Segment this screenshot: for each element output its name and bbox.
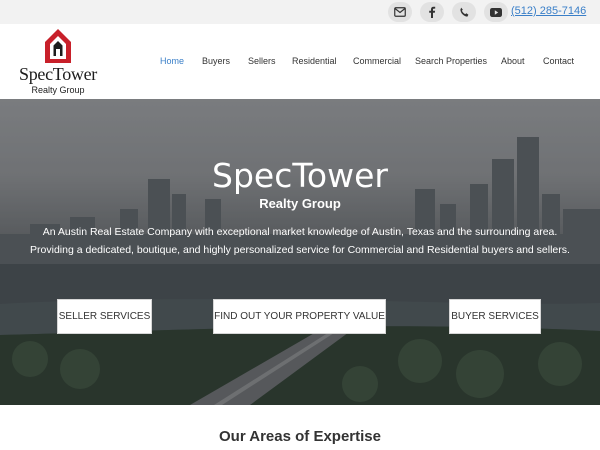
seller-services-button[interactable]: SELLER SERVICES [57,299,152,334]
facebook-link[interactable] [420,2,444,22]
nav-search-properties[interactable]: Search Properties [415,56,487,66]
nav-home[interactable]: Home [160,56,184,66]
hero-subtitle: Realty Group [259,196,341,211]
phone-number-link[interactable]: (512) 285-7146 [511,5,586,17]
section-heading: Our Areas of Expertise [218,428,381,445]
logo-title: SpecTower [18,64,97,84]
nav-buyers[interactable]: Buyers [202,56,230,66]
logo-tagline: Realty Group [31,85,85,95]
phone-link-icon[interactable] [452,2,476,22]
site-header: SpecTower Realty Group Home Buyers Selle… [0,24,600,99]
hero-description: An Austin Real Estate Company with excep… [30,226,570,256]
hero-title: SpecTower [212,156,388,195]
buyer-services-button[interactable]: BUYER SERVICES [449,299,541,334]
nav-commercial[interactable]: Commercial [353,56,401,66]
envelope-icon [394,7,406,17]
hero-banner: SpecTower Realty Group An Austin Real Es… [0,99,600,405]
nav-sellers[interactable]: Sellers [248,56,276,66]
facebook-icon [429,6,436,18]
nav-contact[interactable]: Contact [543,56,574,66]
nav-residential[interactable]: Residential [292,56,337,66]
email-link[interactable] [388,2,412,22]
top-contact-bar: (512) 285-7146 [0,0,600,24]
youtube-link[interactable] [484,2,508,22]
nav-about[interactable]: About [501,56,525,66]
property-value-button[interactable]: FIND OUT YOUR PROPERTY VALUE [213,299,386,334]
site-logo[interactable]: SpecTower Realty Group [14,26,102,98]
phone-icon [459,7,468,17]
tower-logo-icon [45,29,71,63]
youtube-icon [490,7,502,17]
